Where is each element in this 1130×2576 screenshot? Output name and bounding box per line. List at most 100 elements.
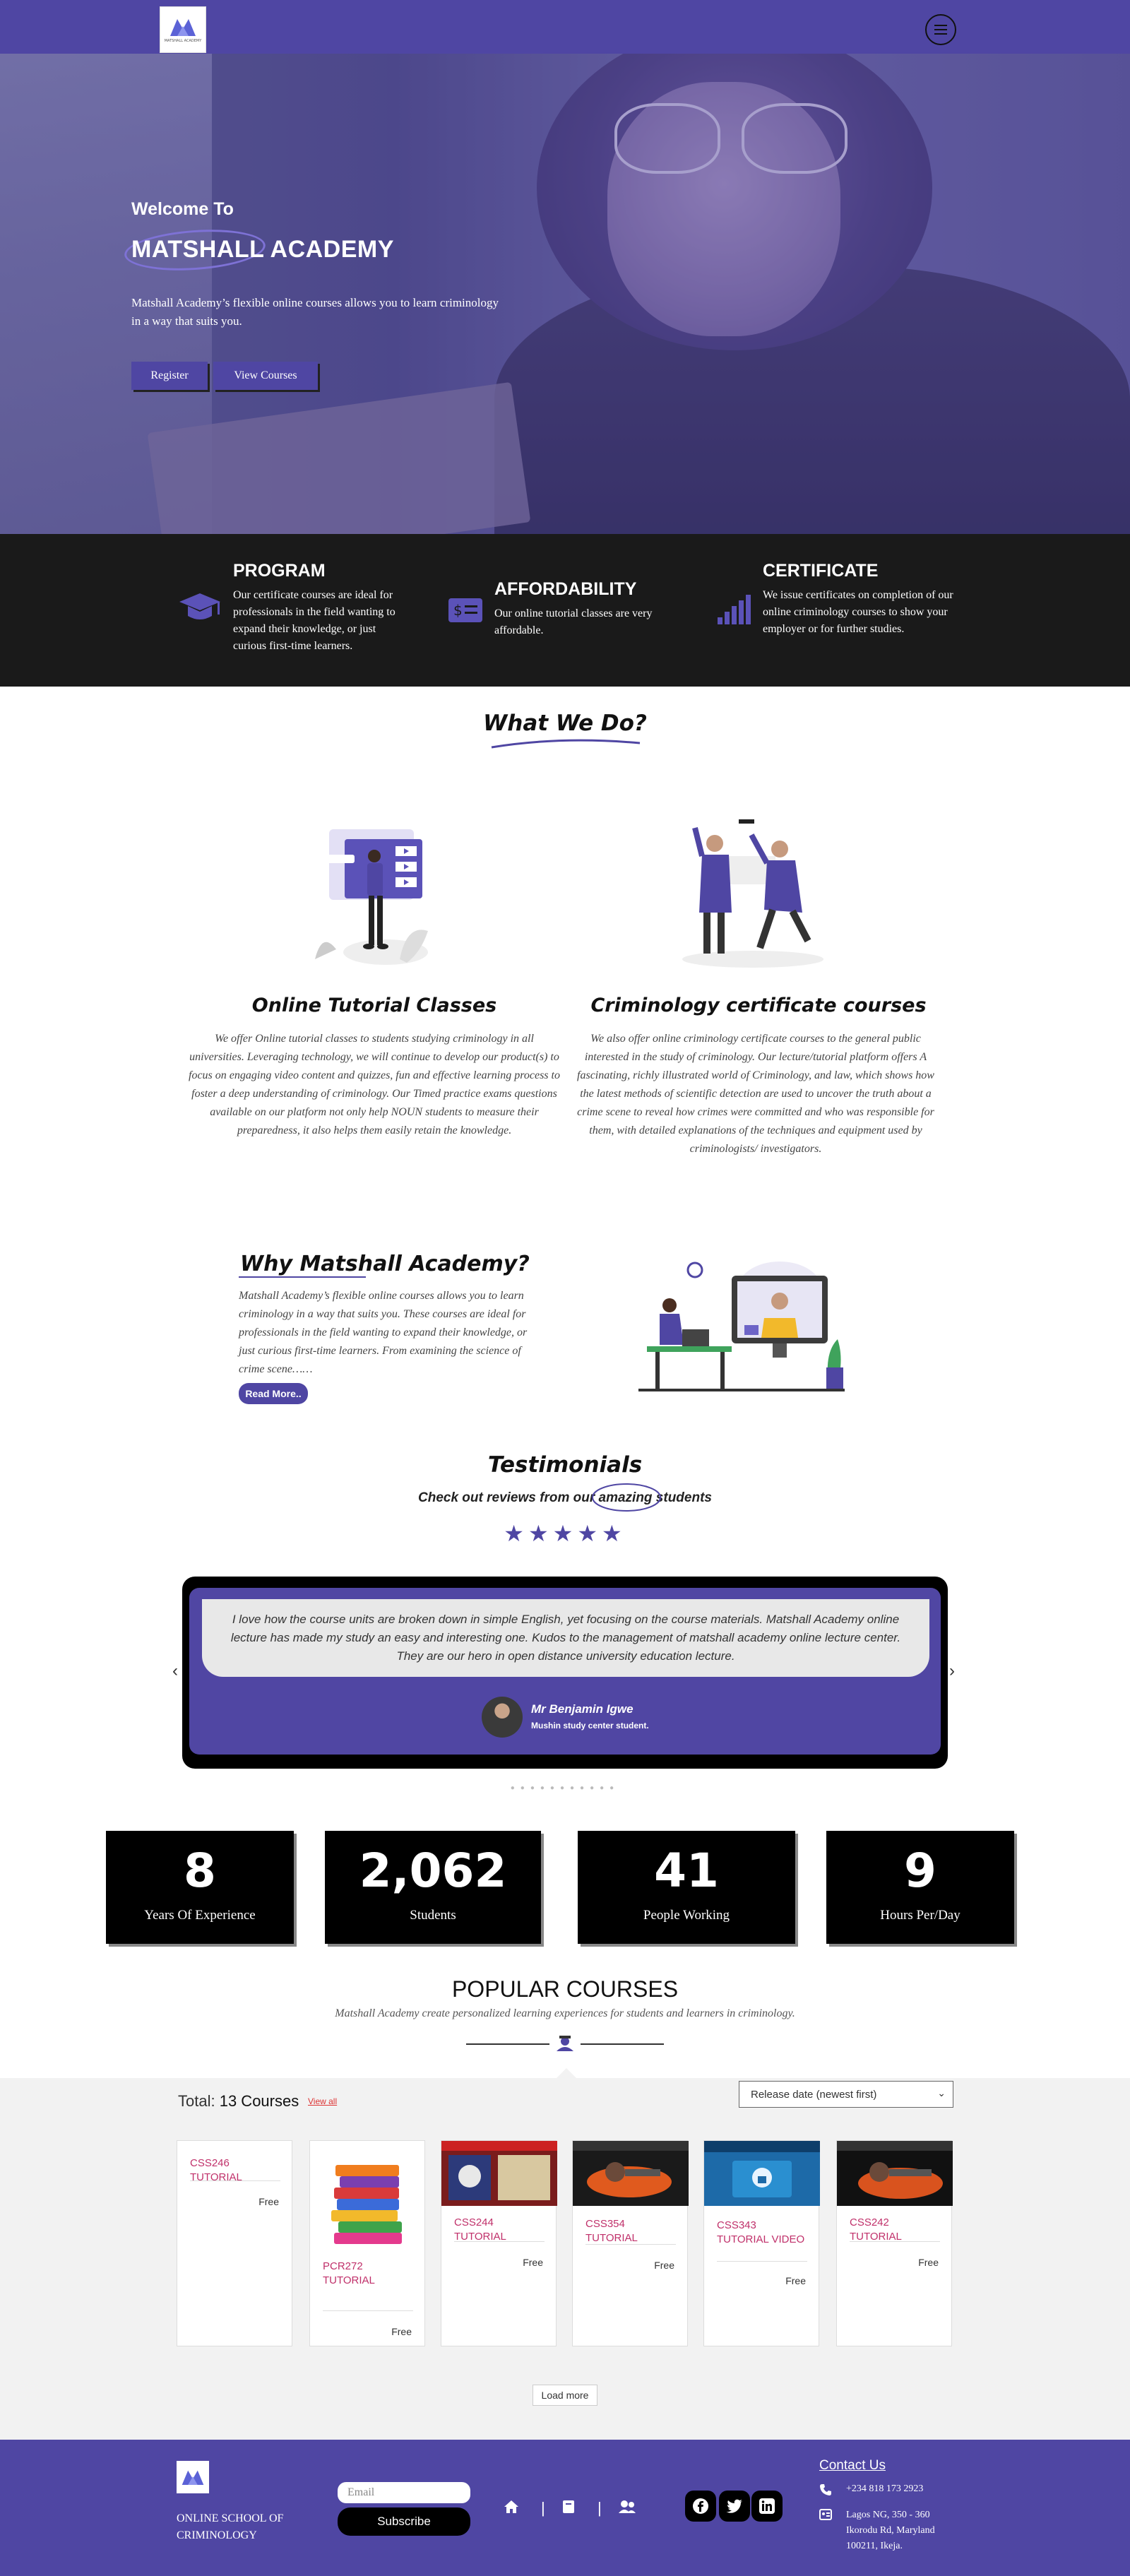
why-title-underline [239, 1276, 366, 1278]
feature-text: Our online tutorial classes are very aff… [494, 607, 653, 636]
course-title[interactable]: CSS343 TUTORIAL VIDEO [717, 2219, 809, 2247]
course-card[interactable]: CSS242 TUTORIAL Free [836, 2140, 953, 2346]
course-title[interactable]: CSS354 TUTORIAL [585, 2217, 677, 2245]
carousel-dots[interactable]: ●●●●●●●●●●● [0, 1784, 1130, 1792]
feature-title: PROGRAM [233, 561, 326, 581]
hero-title: MATSHALL ACADEMY [131, 236, 394, 263]
next-arrow-icon[interactable]: › [949, 1661, 955, 1681]
testimonial-role: Mushin study center student. [531, 1721, 649, 1731]
logo-mark-icon [182, 2470, 204, 2486]
stat-number: 41 [654, 1844, 719, 1898]
home-icon[interactable] [503, 2499, 520, 2515]
address-card-icon [819, 2509, 832, 2520]
testimonial-quote: I love how the course units are broken d… [230, 1613, 901, 1663]
view-all-link[interactable]: View all [308, 2096, 337, 2106]
course-title[interactable]: PCR272 TUTORIAL [323, 2260, 408, 2288]
divider: | [541, 2499, 545, 2517]
stat-label: Years Of Experience [144, 1908, 256, 1923]
sort-select[interactable]: Release date (newest first) ⌄ [739, 2081, 953, 2108]
stat-number: 2,062 [359, 1844, 507, 1898]
amazing-circle [592, 1483, 661, 1512]
course-price: Free [391, 2326, 412, 2337]
stat-people: 41 People Working [578, 1831, 795, 1944]
divider: | [597, 2499, 602, 2517]
course-card[interactable]: CSS343 TUTORIAL VIDEO Free [703, 2140, 820, 2346]
online-learning-illustration [638, 1262, 845, 1391]
logo-text: MATSHALL ACADEMY [164, 39, 202, 43]
rating-stars: ★★★★★ [504, 1521, 626, 1546]
stat-hours: 9 Hours Per/Day [826, 1831, 1014, 1944]
linkedin-icon[interactable] [751, 2491, 783, 2522]
course-card[interactable]: CSS246 TUTORIAL Free [177, 2140, 292, 2346]
course-card[interactable]: CSS244 TUTORIAL Free [441, 2140, 557, 2346]
svg-text:$: $ [453, 602, 463, 619]
course-price: Free [258, 2196, 279, 2207]
testimonial-card: I love how the course units are broken d… [182, 1577, 948, 1769]
why-title: Why Matshall Academy? [240, 1252, 530, 1276]
online-tutorial-illustration [315, 829, 428, 965]
online-tutorial-title: Online Tutorial Classes [251, 995, 497, 1016]
feature-program: PROGRAM Our certificate courses are idea… [233, 561, 410, 655]
courses-total: Total: 13 Courses [178, 2092, 299, 2110]
testimonials-title: Testimonials [487, 1452, 643, 1478]
graduation-cap-icon [179, 593, 220, 619]
stat-label: Students [410, 1908, 456, 1923]
prev-arrow-icon[interactable]: ‹ [172, 1661, 178, 1681]
feature-text: Our certificate courses are ideal for pr… [233, 589, 396, 652]
testimonial-name: Mr Benjamin Igwe [531, 1702, 634, 1716]
contact-title: Contact Us [819, 2458, 886, 2473]
load-more-button[interactable]: Load more [533, 2385, 597, 2406]
facebook-icon[interactable] [685, 2491, 716, 2522]
course-thumbnail-image [441, 2141, 557, 2206]
course-title[interactable]: CSS242 TUTORIAL [850, 2216, 941, 2244]
site-logo[interactable]: MATSHALL ACADEMY [160, 6, 206, 53]
contact-address: Lagos NG, 350 - 360 Ikorodu Rd, Maryland… [846, 2510, 935, 2551]
course-thumbnail-image [837, 2141, 953, 2206]
course-price: Free [918, 2257, 939, 2268]
menu-button[interactable] [925, 14, 956, 45]
course-title[interactable]: CSS244 TUTORIAL [454, 2216, 546, 2244]
contact-phone[interactable]: +234 818 173 2923 [846, 2483, 923, 2495]
avatar [482, 1697, 523, 1738]
testimonial-bubble: I love how the course units are broken d… [202, 1599, 929, 1677]
course-price: Free [785, 2275, 806, 2286]
hero-text: Matshall Academy’s flexible online cours… [131, 296, 499, 328]
popular-courses-subtitle: Matshall Academy create personalized lea… [335, 2007, 795, 2019]
stat-number: 8 [184, 1844, 216, 1898]
title-underline-swoosh [491, 739, 641, 749]
course-card[interactable]: PCR272 TUTORIAL Free [309, 2140, 425, 2346]
course-price: Free [523, 2257, 543, 2268]
graduation-illustration [682, 819, 823, 968]
view-courses-button[interactable]: View Courses [213, 362, 318, 390]
testimonials-subtitle: Check out reviews from our amazing stude… [418, 1490, 712, 1505]
what-we-do-title: What We Do? [483, 711, 647, 736]
feature-certificate: CERTIFICATE We issue certificates on com… [763, 561, 953, 638]
read-more-button[interactable]: Read More.. [239, 1383, 308, 1404]
hamburger-menu-icon [934, 25, 947, 26]
why-text: Matshall Academy’s flexible online cours… [239, 1290, 528, 1375]
stat-label: Hours Per/Day [880, 1908, 961, 1923]
footer-school-name: ONLINE SCHOOL OF CRIMINOLOGY [177, 2512, 284, 2541]
course-card[interactable]: CSS354 TUTORIAL Free [572, 2140, 689, 2346]
twitter-icon[interactable] [719, 2491, 750, 2522]
course-thumbnail-image [573, 2141, 689, 2206]
course-price: Free [654, 2260, 674, 2271]
stat-students: 2,062 Students [325, 1831, 541, 1944]
feature-title: CERTIFICATE [763, 561, 879, 581]
online-tutorial-text: We offer Online tutorial classes to stud… [189, 1033, 560, 1136]
users-icon[interactable] [617, 2499, 637, 2515]
feature-title: AFFORDABILITY [494, 579, 637, 599]
books-stack-image [331, 2165, 402, 2244]
divider-graduate-icon [466, 2036, 664, 2051]
email-field[interactable]: Email [338, 2482, 470, 2503]
subscribe-button[interactable]: Subscribe [338, 2507, 470, 2536]
footer-logo[interactable] [177, 2461, 209, 2493]
footer: ONLINE SCHOOL OF CRIMINOLOGY Email Subsc… [0, 2440, 1130, 2576]
signal-bars-icon [718, 595, 751, 624]
logo-mark-icon [170, 19, 196, 36]
hero-welcome: Welcome To [131, 199, 234, 219]
chevron-down-icon: ⌄ [937, 2087, 946, 2099]
certificate-courses-title: Criminology certificate courses [590, 995, 927, 1016]
book-icon[interactable] [561, 2499, 576, 2515]
register-button[interactable]: Register [131, 362, 208, 390]
